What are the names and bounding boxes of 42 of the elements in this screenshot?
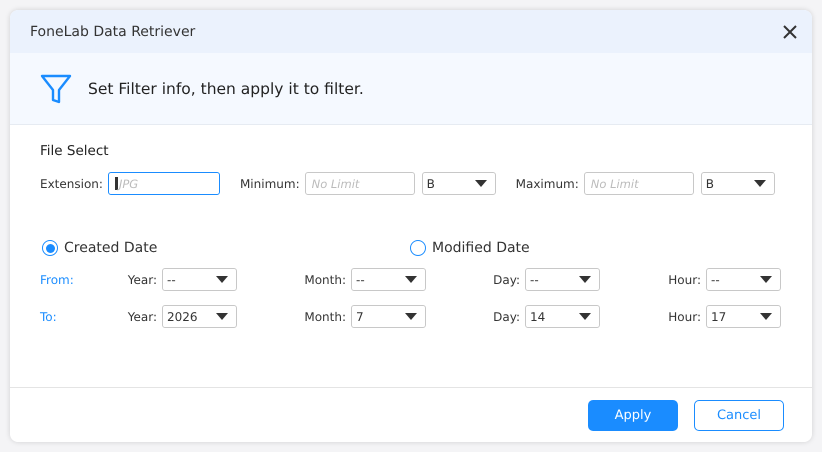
dropdown[interactable]: 2026	[162, 305, 237, 328]
radio-label: Created Date	[64, 240, 158, 256]
dropdown[interactable]: --	[351, 268, 426, 291]
close-icon[interactable]	[782, 24, 798, 40]
field-label: Year:	[128, 272, 157, 286]
section-title: File Select	[40, 143, 110, 159]
dropdown[interactable]: B	[422, 172, 496, 195]
row-label: To:	[40, 310, 58, 324]
dropdown[interactable]: 7	[351, 305, 426, 328]
caret-icon	[579, 276, 591, 283]
dropdown[interactable]: 14	[525, 305, 600, 328]
caret-icon	[474, 180, 487, 187]
caret-icon	[754, 180, 766, 187]
dropdown[interactable]: B	[700, 172, 775, 195]
row-label: From:	[40, 272, 75, 286]
field-label: Maximum:	[516, 176, 579, 190]
dropdown[interactable]: --	[525, 268, 600, 291]
field-label: Minimum:	[240, 176, 300, 190]
field-label: Extension:	[40, 176, 103, 190]
field-label: Month:	[304, 310, 346, 324]
caret-icon	[405, 313, 417, 320]
window-title: FoneLab Data Retriever	[30, 24, 196, 40]
caret-icon	[760, 276, 772, 283]
header-text: Set Filter info, then apply it to filter.	[88, 80, 364, 98]
caret-icon	[216, 313, 228, 320]
field-label: Hour:	[668, 310, 701, 324]
caret-icon	[760, 313, 772, 320]
caret-icon	[216, 276, 228, 283]
caret-icon	[579, 313, 591, 320]
field-label: Month:	[304, 272, 346, 286]
field-label: Day:	[493, 272, 520, 286]
dropdown[interactable]: --	[162, 268, 237, 291]
field-label: Year:	[128, 310, 157, 324]
radio-label: Modified Date	[432, 240, 530, 256]
radio-button[interactable]	[42, 240, 58, 256]
caret-icon	[405, 276, 417, 283]
filter-icon	[40, 74, 72, 104]
field-label: Day:	[493, 310, 520, 324]
dropdown[interactable]: --	[706, 268, 781, 291]
field-label: Hour:	[668, 272, 701, 286]
dropdown[interactable]: 17	[706, 305, 781, 328]
radio-button[interactable]	[410, 240, 426, 256]
